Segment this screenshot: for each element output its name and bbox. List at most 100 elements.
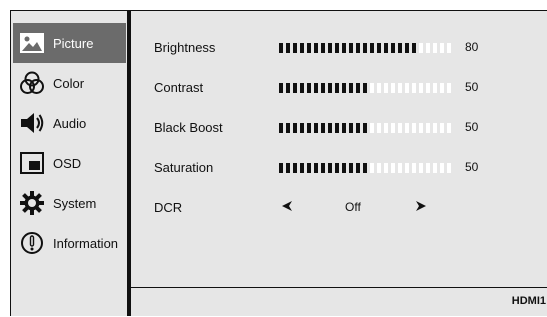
sidebar-item-system[interactable]: System bbox=[13, 183, 126, 223]
speaker-icon bbox=[17, 112, 47, 134]
slider-segment-filled bbox=[279, 163, 283, 173]
slider-segment-empty bbox=[370, 163, 374, 173]
slider-segment-empty bbox=[419, 83, 423, 93]
arrow-left-icon[interactable] bbox=[281, 199, 293, 216]
slider-segment-empty bbox=[447, 43, 451, 53]
contrast-slider[interactable] bbox=[279, 83, 454, 93]
info-icon bbox=[17, 231, 47, 255]
slider-segment-filled bbox=[307, 123, 311, 133]
osd-icon bbox=[17, 151, 47, 175]
setting-row-contrast[interactable]: Contrast 50 bbox=[131, 77, 547, 97]
saturation-slider[interactable] bbox=[279, 163, 454, 173]
slider-segment-filled bbox=[286, 123, 290, 133]
sidebar-item-osd[interactable]: OSD bbox=[13, 143, 126, 183]
slider-segment-filled bbox=[321, 123, 325, 133]
slider-segment-empty bbox=[391, 83, 395, 93]
slider-segment-empty bbox=[440, 83, 444, 93]
slider-segment-filled bbox=[398, 43, 402, 53]
slider-segment-filled bbox=[307, 83, 311, 93]
slider-segment-filled bbox=[286, 83, 290, 93]
slider-segment-filled bbox=[412, 43, 416, 53]
slider-segment-filled bbox=[321, 83, 325, 93]
setting-value: 50 bbox=[465, 160, 479, 174]
slider-segment-empty bbox=[426, 83, 430, 93]
slider-segment-filled bbox=[335, 83, 339, 93]
input-source-label: HDMI1 bbox=[511, 295, 546, 307]
slider-segment-filled bbox=[342, 43, 346, 53]
slider-segment-filled bbox=[384, 43, 388, 53]
black-boost-slider[interactable] bbox=[279, 123, 454, 133]
slider-segment-empty bbox=[377, 123, 381, 133]
slider-segment-filled bbox=[286, 43, 290, 53]
slider-segment-filled bbox=[363, 163, 367, 173]
slider-segment-empty bbox=[433, 43, 437, 53]
dcr-value: Off bbox=[345, 200, 361, 214]
sidebar-item-color[interactable]: Color bbox=[13, 63, 126, 103]
setting-label: Saturation bbox=[154, 159, 214, 175]
slider-segment-filled bbox=[356, 163, 360, 173]
slider-segment-empty bbox=[370, 83, 374, 93]
slider-segment-empty bbox=[398, 83, 402, 93]
slider-segment-empty bbox=[419, 163, 423, 173]
status-bar: HDMI1 bbox=[131, 287, 547, 317]
setting-label: Brightness bbox=[154, 39, 216, 55]
slider-segment-filled bbox=[363, 83, 367, 93]
slider-segment-empty bbox=[419, 43, 423, 53]
arrow-right-icon[interactable] bbox=[415, 199, 427, 216]
slider-segment-filled bbox=[293, 163, 297, 173]
slider-segment-empty bbox=[412, 163, 416, 173]
setting-row-saturation[interactable]: Saturation 50 bbox=[131, 157, 547, 177]
slider-segment-empty bbox=[440, 43, 444, 53]
slider-segment-filled bbox=[377, 43, 381, 53]
setting-row-brightness[interactable]: Brightness 80 bbox=[131, 37, 547, 57]
setting-label: DCR bbox=[154, 199, 183, 215]
sidebar: Picture Color Audio OSD System Informati… bbox=[11, 11, 126, 316]
slider-segment-empty bbox=[447, 83, 451, 93]
slider-segment-empty bbox=[384, 123, 388, 133]
slider-segment-filled bbox=[335, 123, 339, 133]
setting-row-black-boost[interactable]: Black Boost 50 bbox=[131, 117, 547, 137]
slider-segment-filled bbox=[300, 163, 304, 173]
slider-segment-filled bbox=[328, 163, 332, 173]
setting-row-dcr[interactable]: DCR Off bbox=[131, 197, 547, 217]
slider-segment-empty bbox=[384, 83, 388, 93]
slider-segment-filled bbox=[300, 123, 304, 133]
slider-segment-empty bbox=[426, 43, 430, 53]
slider-segment-filled bbox=[314, 43, 318, 53]
slider-segment-filled bbox=[328, 43, 332, 53]
sidebar-item-information[interactable]: Information bbox=[13, 223, 126, 263]
setting-value: 80 bbox=[465, 40, 479, 54]
slider-segment-empty bbox=[384, 163, 388, 173]
slider-segment-filled bbox=[370, 43, 374, 53]
slider-segment-filled bbox=[335, 43, 339, 53]
sidebar-item-label: Color bbox=[53, 75, 85, 91]
slider-segment-filled bbox=[293, 123, 297, 133]
slider-segment-filled bbox=[293, 43, 297, 53]
slider-segment-filled bbox=[307, 163, 311, 173]
slider-segment-filled bbox=[391, 43, 395, 53]
slider-segment-empty bbox=[405, 163, 409, 173]
slider-segment-filled bbox=[342, 123, 346, 133]
slider-segment-filled bbox=[314, 123, 318, 133]
slider-segment-filled bbox=[349, 83, 353, 93]
color-icon bbox=[17, 71, 47, 95]
slider-segment-empty bbox=[433, 83, 437, 93]
slider-segment-filled bbox=[363, 43, 367, 53]
sidebar-item-label: System bbox=[53, 195, 97, 211]
brightness-slider[interactable] bbox=[279, 43, 454, 53]
slider-segment-empty bbox=[426, 123, 430, 133]
slider-segment-filled bbox=[314, 163, 318, 173]
slider-segment-filled bbox=[321, 43, 325, 53]
slider-segment-filled bbox=[321, 163, 325, 173]
sidebar-item-audio[interactable]: Audio bbox=[13, 103, 126, 143]
sidebar-item-picture[interactable]: Picture bbox=[13, 23, 126, 63]
slider-segment-filled bbox=[349, 43, 353, 53]
slider-segment-filled bbox=[328, 83, 332, 93]
sidebar-item-label: Information bbox=[53, 235, 119, 251]
slider-segment-filled bbox=[300, 43, 304, 53]
settings-panel: Brightness 80 Contrast 50 Black Boost 50… bbox=[131, 11, 547, 286]
slider-segment-filled bbox=[405, 43, 409, 53]
gear-icon bbox=[17, 191, 47, 215]
slider-segment-empty bbox=[391, 163, 395, 173]
slider-segment-filled bbox=[279, 123, 283, 133]
